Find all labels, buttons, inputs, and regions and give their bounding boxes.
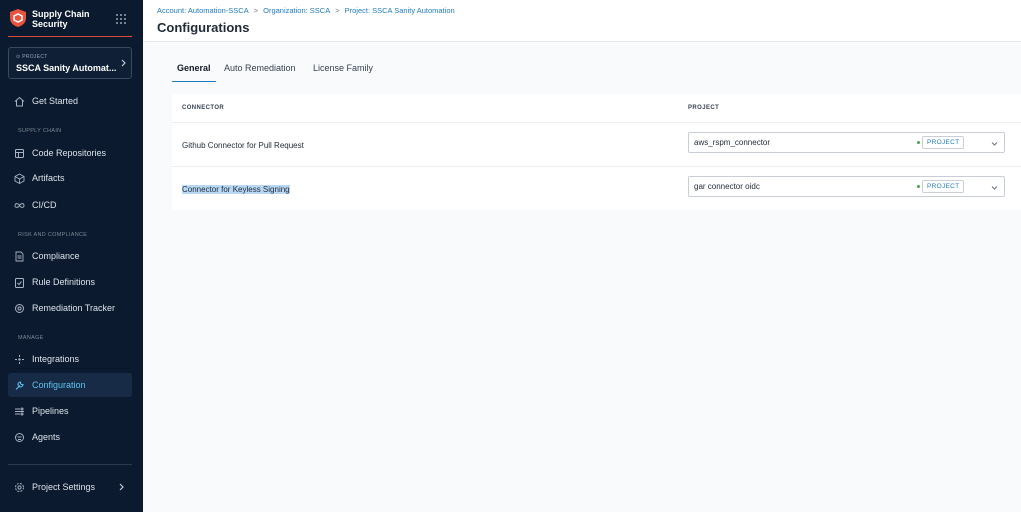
nav-get-started-label: Get Started — [32, 96, 79, 106]
document-icon — [15, 251, 24, 261]
tab-general[interactable]: General — [172, 58, 216, 82]
connector-select-value: gar connector oidc — [694, 182, 760, 191]
connector-name: Github Connector for Pull Request — [182, 141, 304, 150]
nav-project-settings[interactable]: Project Settings — [8, 475, 132, 499]
connector-table: CONNECTOR PROJECT Github Connector for P… — [172, 94, 1021, 210]
nav-cicd-label: CI/CD — [32, 200, 57, 210]
breadcrumb-account[interactable]: Account: Automation-SSCA — [157, 6, 249, 15]
column-header-connector: CONNECTOR — [182, 105, 225, 111]
nav-rule-definitions[interactable]: Rule Definitions — [8, 270, 132, 294]
nav-configuration[interactable]: Configuration — [8, 373, 132, 397]
nav-compliance[interactable]: Compliance — [8, 244, 132, 268]
breadcrumb: Account: Automation-SSCA > Organization: S… — [157, 6, 455, 15]
home-icon — [14, 96, 25, 106]
nav-artifacts-label: Artifacts — [32, 173, 65, 183]
nav-pipelines-label: Pipelines — [32, 406, 69, 416]
table-row: Connector for Keyless Signing gar connec… — [172, 166, 1021, 210]
connector-select[interactable]: gar connector oidc PROJECT — [688, 176, 1005, 197]
project-selector[interactable]: ⊙ PROJECT SSCA Sanity Automat... — [8, 47, 132, 79]
chevron-right-icon — [121, 59, 126, 67]
nav-code-repositories-label: Code Repositories — [32, 148, 107, 158]
brand-title: Supply Chain Security — [32, 9, 102, 29]
table-row: Github Connector for Pull Request aws_rs… — [172, 122, 1021, 166]
project-caption-text: PROJECT — [22, 54, 48, 60]
page-title: Configurations — [157, 20, 250, 35]
page-header: Account: Automation-SSCA > Organization: S… — [143, 0, 1021, 42]
chevron-down-icon — [991, 142, 998, 146]
section-supply-chain: SUPPLY CHAIN — [18, 128, 62, 134]
nav-remediation-tracker[interactable]: Remediation Tracker — [8, 296, 132, 320]
project-caption: ⊙ PROJECT — [16, 54, 48, 60]
brand-header: Supply Chain Security — [8, 6, 132, 37]
nav-code-repositories[interactable]: Code Repositories — [8, 141, 132, 165]
nav-integrations[interactable]: Integrations — [8, 347, 132, 371]
sidebar: Supply Chain Security ⊙ PROJECT SSCA San… — [0, 0, 143, 512]
nav-configuration-label: Configuration — [32, 380, 86, 390]
nav-integrations-label: Integrations — [32, 354, 80, 364]
nav-agents[interactable]: Agents — [8, 425, 132, 449]
nav-agents-label: Agents — [32, 432, 61, 442]
breadcrumb-project[interactable]: Project: SSCA Sanity Automation — [345, 6, 455, 15]
gear-icon — [15, 482, 24, 492]
pipelines-icon — [15, 407, 24, 415]
connector-select[interactable]: aws_rspm_connector PROJECT — [688, 132, 1005, 153]
nav-project-settings-label: Project Settings — [32, 482, 96, 492]
chevron-down-icon — [991, 186, 998, 190]
breadcrumb-organization[interactable]: Organization: SSCA — [263, 6, 330, 15]
nav-cicd[interactable]: CI/CD — [8, 193, 132, 217]
scope-badge: PROJECT — [922, 136, 965, 149]
tab-license-family[interactable]: License Family — [313, 58, 373, 82]
repository-icon — [15, 148, 24, 158]
status-dot — [917, 141, 920, 144]
section-manage: MANAGE — [18, 335, 44, 341]
nav-artifacts[interactable]: Artifacts — [8, 166, 132, 190]
tab-auto-remediation[interactable]: Auto Remediation — [224, 58, 296, 82]
nav-compliance-label: Compliance — [32, 251, 80, 261]
status-dot — [917, 185, 920, 188]
section-risk-compliance: RISK AND COMPLIANCE — [18, 232, 88, 238]
column-header-project: PROJECT — [688, 105, 720, 111]
shield-logo-icon — [10, 9, 26, 27]
nav-pipelines[interactable]: Pipelines — [8, 399, 132, 423]
cube-icon — [14, 172, 25, 184]
connector-name: Connector for Keyless Signing — [182, 185, 290, 194]
tracker-icon — [15, 303, 24, 313]
breadcrumb-separator: > — [253, 6, 259, 15]
nav-rule-definitions-label: Rule Definitions — [32, 277, 96, 287]
scope-badge: PROJECT — [922, 180, 965, 193]
grid-dots-icon[interactable] — [115, 13, 127, 25]
wrench-icon — [15, 380, 24, 390]
brand-title-line2: Security — [32, 19, 68, 29]
integrations-icon — [15, 354, 24, 364]
agent-icon — [15, 432, 24, 442]
nav-remediation-tracker-label: Remediation Tracker — [32, 303, 116, 313]
brand-title-line1: Supply Chain — [32, 9, 90, 19]
chevron-right-icon — [119, 483, 124, 491]
project-name: SSCA Sanity Automat... — [16, 63, 116, 73]
breadcrumb-separator: > — [335, 6, 340, 15]
nav-get-started[interactable]: Get Started — [8, 89, 132, 113]
infinity-icon — [14, 202, 25, 208]
clipboard-check-icon — [15, 277, 24, 288]
connector-select-value: aws_rspm_connector — [694, 138, 771, 147]
sidebar-divider — [8, 464, 132, 465]
